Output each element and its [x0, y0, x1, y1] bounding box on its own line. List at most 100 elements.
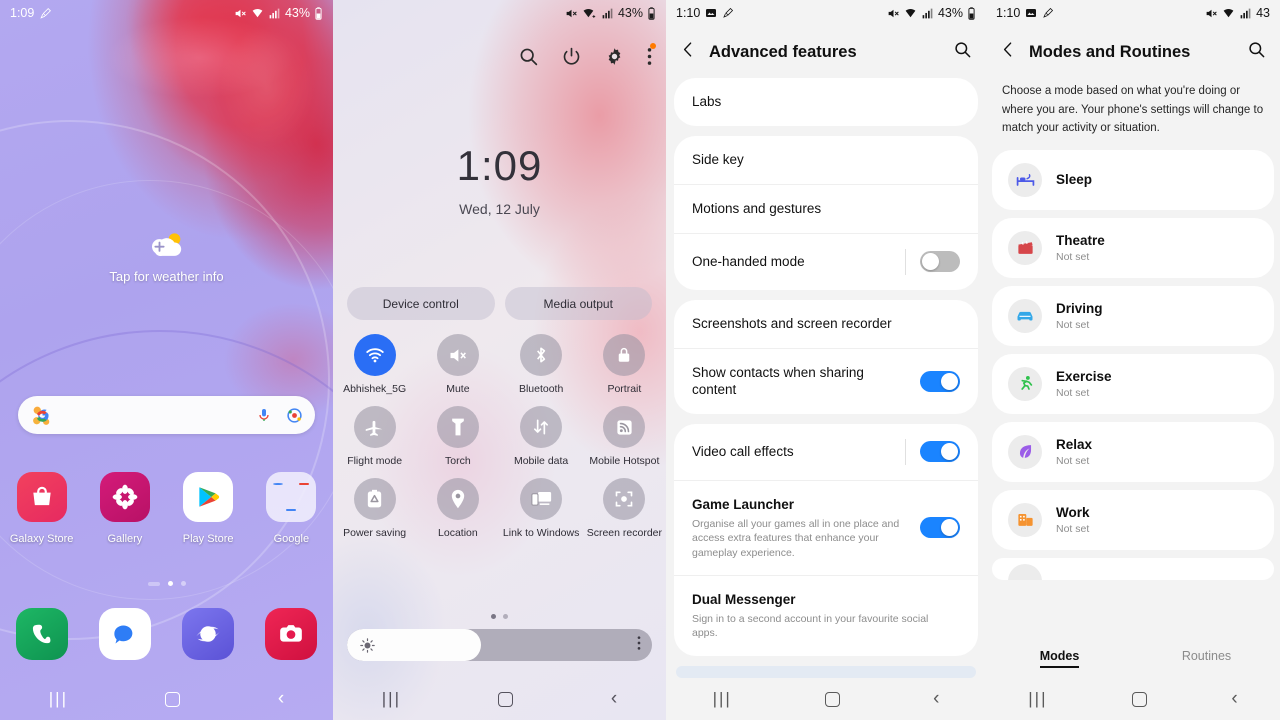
device-control-button[interactable]: Device control: [347, 287, 495, 320]
navigation-bar: ||| ‹: [986, 678, 1280, 720]
one-handed-mode-toggle[interactable]: [920, 251, 960, 273]
recents-button[interactable]: |||: [382, 689, 401, 709]
media-output-button[interactable]: Media output: [504, 287, 652, 320]
recents-button[interactable]: |||: [713, 689, 732, 709]
tile-portrait[interactable]: Portrait: [583, 334, 666, 396]
dock-icon-internet[interactable]: [167, 608, 250, 667]
mode-status: Not set: [1056, 250, 1090, 263]
setting-row-labs[interactable]: Labs: [674, 78, 978, 126]
setting-row-game-launcher[interactable]: Game Launcher Organise all your games al…: [674, 479, 978, 575]
search-input[interactable]: [18, 396, 315, 434]
home-button[interactable]: [165, 691, 181, 707]
mode-item-sleep[interactable]: Sleep: [992, 149, 1274, 210]
tile-screen-recorder[interactable]: Screen recorder: [583, 478, 666, 540]
back-button[interactable]: ‹: [1231, 688, 1237, 710]
recents-button[interactable]: |||: [1028, 689, 1047, 709]
setting-row-screenshots-and-screen-recorder[interactable]: Screenshots and screen recorder: [674, 300, 978, 348]
tile-label: Torch: [445, 455, 471, 468]
tile-label: Mobile data: [513, 455, 569, 468]
tile-label: Location: [438, 527, 478, 540]
status-bar: 1:10: [666, 0, 986, 26]
battery-percent: 43%: [617, 6, 643, 20]
settings-gear-icon[interactable]: [604, 46, 625, 72]
setting-row-video-call-effects[interactable]: Video call effects: [674, 424, 978, 480]
office-building-icon: [1008, 502, 1042, 537]
more-options-icon[interactable]: [647, 43, 656, 72]
brightness-more-icon[interactable]: [637, 635, 652, 656]
power-icon[interactable]: [561, 46, 582, 72]
row-title: Labs: [692, 94, 722, 110]
tab-routines[interactable]: Routines: [1133, 649, 1280, 663]
quick-panel-clock[interactable]: 1:09 Wed, 12 July: [333, 145, 666, 218]
mobile-data-icon: [520, 406, 563, 449]
home-button[interactable]: [824, 691, 840, 707]
mode-item-exercise[interactable]: Exercise Not set: [992, 353, 1274, 414]
page-dot-active[interactable]: [491, 614, 496, 619]
tile-mobile-hotspot[interactable]: Mobile Hotspot: [583, 406, 666, 468]
signal-icon: [602, 8, 613, 18]
tile-label: Mobile Hotspot: [589, 455, 660, 468]
mode-item-work[interactable]: Work Not set: [992, 489, 1274, 550]
microphone-icon[interactable]: [256, 406, 272, 424]
mode-item-relax[interactable]: Relax Not set: [992, 421, 1274, 482]
setting-row-show-contacts-when-sharing-content[interactable]: Show contacts when sharing content: [674, 347, 978, 414]
recents-button[interactable]: |||: [49, 689, 68, 709]
app-icon-gallery[interactable]: Gallery: [83, 472, 166, 547]
tile-label: Screen recorder: [586, 527, 663, 540]
status-time: 1:09: [10, 6, 35, 20]
notification-badge: [650, 43, 656, 49]
setting-row-motions-and-gestures[interactable]: Motions and gestures: [674, 184, 978, 233]
game-launcher-toggle[interactable]: [920, 517, 960, 539]
camera-icon: [280, 625, 303, 642]
tile-location[interactable]: Location: [416, 478, 499, 540]
scroll-indicator[interactable]: [676, 665, 976, 678]
home-button[interactable]: [498, 691, 514, 707]
row-subtitle: Sign in to a second account in your favo…: [692, 613, 929, 640]
mute-icon: [436, 334, 479, 376]
mode-name: Theatre: [1056, 232, 1105, 248]
navigation-bar: ||| ‹: [666, 678, 986, 720]
mode-item-theatre[interactable]: Theatre Not set: [992, 217, 1274, 278]
app-folder-google[interactable]: Google: [250, 472, 333, 547]
page-dot[interactable]: [503, 614, 508, 619]
setting-row-one-handed-mode[interactable]: One-handed mode: [674, 232, 978, 290]
show-contacts-toggle[interactable]: [920, 370, 960, 392]
back-button[interactable]: ‹: [611, 688, 617, 710]
page-title: Advanced features: [709, 42, 857, 61]
search-icon[interactable]: [953, 40, 972, 64]
mode-item-partial[interactable]: [992, 557, 1274, 580]
tile-bluetooth[interactable]: Bluetooth: [500, 334, 583, 396]
tile-torch[interactable]: Torch: [416, 406, 499, 468]
page-dot[interactable]: [180, 581, 186, 586]
setting-row-dual-messenger[interactable]: Dual Messenger Sign in to a second accou…: [674, 574, 978, 656]
back-button[interactable]: ‹: [278, 688, 284, 710]
back-arrow-icon[interactable]: [1000, 41, 1017, 63]
dock-icon-phone[interactable]: [0, 608, 83, 667]
home-button[interactable]: [1131, 691, 1147, 707]
tile-power-saving[interactable]: Power saving: [333, 478, 416, 540]
video-call-effects-toggle[interactable]: [920, 441, 960, 463]
tile-link-to-windows[interactable]: Link to Windows: [500, 478, 583, 540]
tile-mute[interactable]: Mute: [416, 334, 499, 396]
mode-item-driving[interactable]: Driving Not set: [992, 285, 1274, 346]
app-icon-play-store[interactable]: Play Store: [167, 472, 250, 547]
brightness-slider[interactable]: [347, 629, 652, 661]
app-icon-galaxy-store[interactable]: Galaxy Store: [0, 472, 83, 547]
weather-widget[interactable]: Tap for weather info: [0, 230, 333, 286]
tile-wifi[interactable]: Abhishek_5G: [333, 334, 416, 396]
page-dot-active[interactable]: [167, 581, 173, 586]
tab-modes[interactable]: Modes: [986, 649, 1133, 668]
dock-icon-camera[interactable]: [250, 608, 333, 667]
back-button[interactable]: ‹: [933, 688, 939, 710]
power-saving-icon: [353, 478, 396, 521]
search-icon[interactable]: [518, 46, 539, 72]
back-arrow-icon[interactable]: [680, 41, 697, 63]
row-title: One-handed mode: [692, 253, 805, 269]
google-lens-icon[interactable]: [286, 407, 303, 424]
tile-flight-mode[interactable]: Flight mode: [333, 406, 416, 468]
search-icon[interactable]: [1247, 40, 1266, 64]
setting-row-side-key[interactable]: Side key: [674, 136, 978, 184]
page-dot[interactable]: [147, 581, 160, 586]
dock-icon-messages[interactable]: [83, 608, 166, 667]
tile-mobile-data[interactable]: Mobile data: [500, 406, 583, 468]
